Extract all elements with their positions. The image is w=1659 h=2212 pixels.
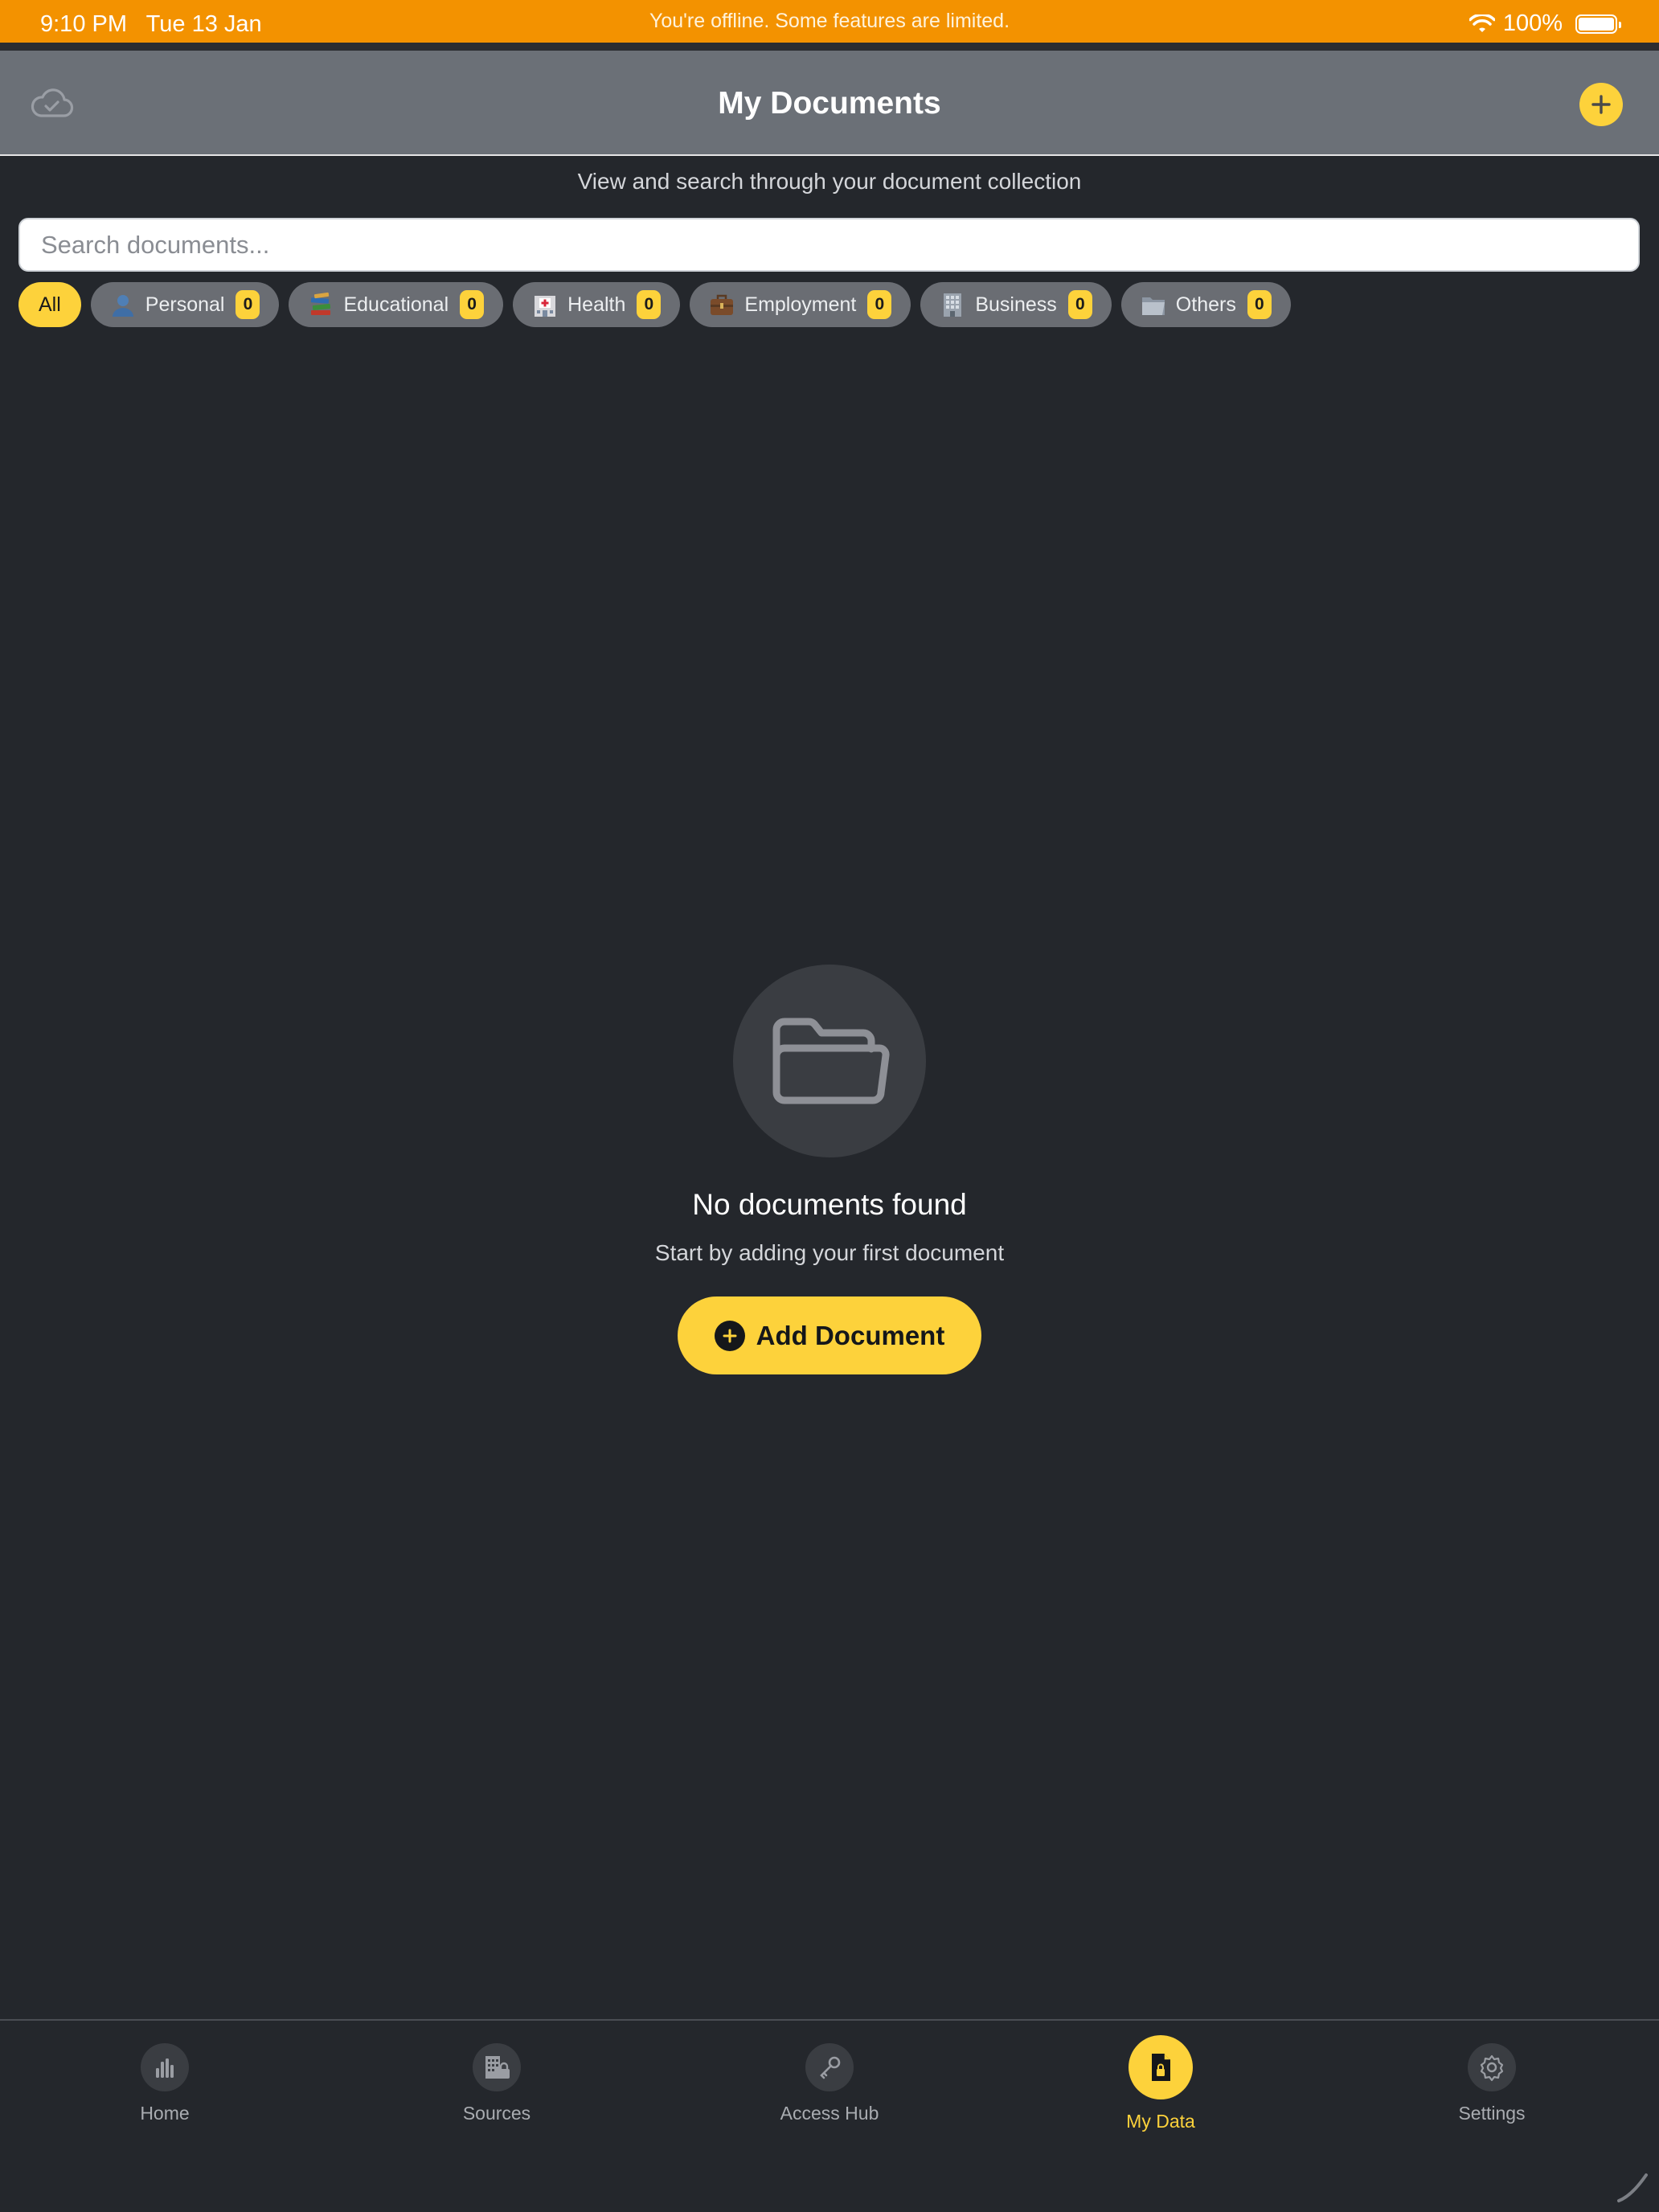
person-icon — [109, 290, 137, 319]
filter-chip-employment[interactable]: Employment 0 — [690, 282, 911, 327]
office-building-icon — [938, 290, 967, 319]
filter-chip-label: Others — [1175, 293, 1236, 316]
filter-chip-personal[interactable]: Personal 0 — [90, 282, 280, 327]
tab-label: Home — [140, 2103, 190, 2124]
resize-handle-icon — [1617, 2173, 1648, 2202]
filter-chip-label: Personal — [145, 293, 225, 316]
plus-circle-icon — [714, 1320, 745, 1351]
briefcase-icon — [707, 290, 736, 319]
tab-label: Settings — [1458, 2103, 1526, 2124]
filter-chip-label: Educational — [343, 293, 449, 316]
tab-settings[interactable]: Settings — [1395, 2043, 1588, 2124]
filter-chip-label: Health — [567, 293, 626, 316]
tab-label: Access Hub — [780, 2103, 879, 2124]
add-document-button[interactable]: Add Document — [678, 1296, 981, 1374]
offline-banner-text: You're offline. Some features are limite… — [649, 10, 1010, 32]
filter-chip-health[interactable]: Health 0 — [513, 282, 681, 327]
bar-chart-icon — [141, 2043, 189, 2091]
tab-my-data[interactable]: My Data — [1064, 2035, 1257, 2132]
filter-count-badge: 0 — [460, 290, 485, 319]
filter-count-badge: 0 — [637, 290, 662, 319]
wifi-icon — [1469, 14, 1495, 32]
add-button[interactable] — [1579, 83, 1623, 126]
page-subtitle: View and search through your document co… — [577, 169, 1082, 194]
tab-label: My Data — [1126, 2111, 1195, 2132]
empty-state-icon — [733, 965, 926, 1157]
document-lock-icon — [1129, 2035, 1193, 2099]
plus-icon — [1591, 95, 1611, 114]
empty-state-title: No documents found — [692, 1188, 967, 1221]
battery-percent: 100% — [1502, 10, 1563, 36]
status-bar: 9:10 PM Tue 13 Jan You're offline. Some … — [0, 0, 1659, 43]
folder-icon — [1139, 290, 1168, 319]
bottom-tab-bar: Home Sources Access Hub My Data Settings — [0, 2019, 1659, 2212]
tab-label: Sources — [462, 2103, 531, 2124]
battery-icon — [1575, 14, 1621, 34]
filter-count-badge: 0 — [1247, 290, 1272, 319]
search-input[interactable] — [18, 218, 1640, 272]
books-icon — [306, 290, 335, 319]
folder-open-icon — [772, 1018, 890, 1104]
category-filters: All Personal 0 Educational 0 Health 0 Em… — [18, 282, 1291, 327]
tab-sources[interactable]: Sources — [400, 2043, 593, 2124]
tab-access-hub[interactable]: Access Hub — [733, 2043, 926, 2124]
filter-count-badge: 0 — [867, 290, 892, 319]
filter-chip-label: Employment — [744, 293, 857, 316]
page-title: My Documents — [718, 86, 941, 121]
filter-count-badge: 0 — [236, 290, 260, 319]
filter-chip-educational[interactable]: Educational 0 — [289, 282, 504, 327]
hospital-icon — [530, 290, 559, 319]
building-lock-icon — [473, 2043, 521, 2091]
header-bar: My Documents — [0, 51, 1659, 156]
filter-chip-others[interactable]: Others 0 — [1120, 282, 1291, 327]
tab-home[interactable]: Home — [68, 2043, 261, 2124]
filter-count-badge: 0 — [1067, 290, 1092, 319]
filter-chip-label: Business — [975, 293, 1057, 316]
empty-state-message: Start by adding your first document — [654, 1240, 1005, 1265]
status-right: 100% — [1469, 10, 1621, 37]
status-divider — [0, 43, 1659, 51]
filter-chip-label: All — [39, 293, 61, 316]
add-document-label: Add Document — [756, 1320, 945, 1350]
filter-chip-all[interactable]: All — [18, 282, 81, 327]
gear-icon — [1468, 2043, 1516, 2091]
key-icon — [805, 2043, 854, 2091]
filter-chip-business[interactable]: Business 0 — [920, 282, 1112, 327]
